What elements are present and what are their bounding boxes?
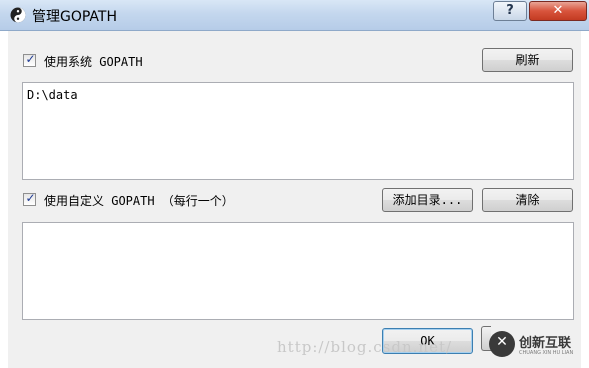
add-directory-button[interactable]: 添加目录... xyxy=(382,188,473,212)
watermark-text: http://blog.csdn.net/ xyxy=(277,338,453,356)
logo-icon xyxy=(489,331,515,357)
logo-subtext: CHUANG XIN HU LIAN xyxy=(519,350,574,356)
title-bar[interactable]: 管理GOPATH ? ✕ xyxy=(0,0,589,31)
brand-logo: 创新互联 CHUANG XIN HU LIAN xyxy=(489,329,589,365)
custom-gopath-checkbox[interactable]: ✓ xyxy=(23,191,36,206)
clear-button[interactable]: 清除 xyxy=(482,188,573,212)
close-button[interactable]: ✕ xyxy=(529,1,587,21)
custom-gopath-textarea[interactable] xyxy=(22,222,574,320)
dialog-body: ✓ 使用系统 GOPATH 刷新 D:\data ✓ 使用自定义 GOPATH … xyxy=(8,31,581,368)
check-icon: ✓ xyxy=(25,52,36,66)
custom-gopath-label: 使用自定义 GOPATH （每行一个） xyxy=(44,194,234,208)
system-gopath-checkbox[interactable]: ✓ xyxy=(23,52,36,67)
app-icon xyxy=(10,7,26,23)
refresh-button[interactable]: 刷新 xyxy=(482,48,573,72)
system-gopath-textarea[interactable]: D:\data xyxy=(22,82,574,180)
system-gopath-checkbox-row[interactable]: ✓ 使用系统 GOPATH xyxy=(23,52,323,70)
window-title: 管理GOPATH xyxy=(32,9,117,25)
logo-text: 创新互联 xyxy=(519,336,572,351)
check-icon: ✓ xyxy=(25,191,36,205)
system-gopath-label: 使用系统 GOPATH xyxy=(44,55,143,69)
help-button[interactable]: ? xyxy=(493,1,527,21)
custom-gopath-checkbox-row[interactable]: ✓ 使用自定义 GOPATH （每行一个） xyxy=(23,191,343,209)
